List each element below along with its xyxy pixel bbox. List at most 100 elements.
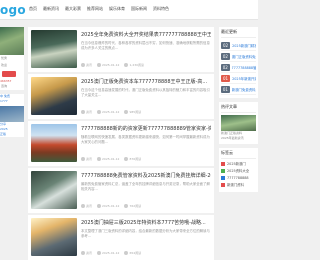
folder-icon bbox=[81, 251, 85, 255]
recent-item[interactable]: 012025年新澳开奖... bbox=[221, 73, 256, 84]
hot-posts-widget: 热评文章 新澳门正版资料 2025年最新资讯 bbox=[219, 102, 258, 144]
hot-caption[interactable]: 2025年最新资讯 bbox=[221, 136, 256, 141]
post-category: 资讯 bbox=[81, 110, 92, 114]
widget-title: 标签云 bbox=[221, 150, 256, 159]
left-sidebar: 优秀 欢迎 466357 咨询 中 免费 1777 分享 2025 正版 bbox=[0, 27, 24, 141]
right-sidebar: 最近更新 022025新澳门精准... 02澳门正版资料免费... 027777… bbox=[219, 27, 258, 196]
profile-text: 优秀 bbox=[1, 56, 8, 60]
recent-posts-widget: 最近更新 022025新澳门精准... 02澳门正版资料免费... 027777… bbox=[219, 27, 258, 98]
date-badge: 01 bbox=[221, 74, 231, 82]
post-card[interactable]: 2025澳门正版免费资本车7777778888王中王正版-高... 在当今这个信… bbox=[28, 74, 214, 119]
clock-icon bbox=[97, 110, 102, 114]
post-title[interactable]: 2025澳门抽屉三版2025年特资料本7777苦劳哦-战略... bbox=[81, 219, 211, 226]
links-box: 中 免费 1777 分享 2025 正版 bbox=[0, 94, 24, 137]
eye-icon bbox=[124, 157, 129, 161]
side-thumbnail[interactable] bbox=[0, 106, 24, 122]
recent-link[interactable]: 2025新澳门精准... bbox=[232, 43, 256, 48]
post-list: 2025全年免费资料大全开奖结果表777777788888王中王正版... 在当… bbox=[28, 27, 214, 260]
date-badge: 02 bbox=[221, 63, 230, 71]
nav-item[interactable]: 最大彩票 bbox=[65, 6, 81, 12]
post-date: 2025-01-12 bbox=[97, 251, 119, 255]
post-card[interactable]: 7777788888免费管家资料及2025新澳门免费挂牌详细-2025... 最… bbox=[28, 168, 214, 213]
post-card[interactable]: 2025全年免费资料大全开奖结果表777777788888王中王正版... 在当… bbox=[28, 27, 214, 72]
eye-icon bbox=[124, 110, 129, 114]
widget-title: 热评文章 bbox=[221, 104, 256, 113]
post-excerpt: 在当今这个信息高速发展的时代，澳门正版免费资料以其独特的魅力和丰富的内容吸引了大… bbox=[81, 88, 210, 97]
profile-box: 优秀 欢迎 466357 咨询 bbox=[0, 27, 24, 90]
hot-thumbnail[interactable] bbox=[221, 115, 256, 131]
nav-item[interactable]: 最新资讯 bbox=[43, 6, 59, 12]
post-thumbnail[interactable] bbox=[31, 218, 77, 256]
post-views: 654阅读 bbox=[124, 251, 141, 255]
eye-icon bbox=[124, 63, 129, 67]
profile-photo bbox=[0, 27, 24, 55]
post-views: 1,230阅读 bbox=[124, 63, 144, 67]
post-thumbnail[interactable] bbox=[31, 77, 77, 115]
tag-item[interactable]: 新澳门资料 bbox=[221, 182, 256, 189]
recent-link[interactable]: 2025年新澳开奖... bbox=[232, 76, 256, 81]
side-link[interactable]: 1777 bbox=[0, 99, 24, 104]
post-excerpt: 最新的免费管家资料汇总，涵盖了全年的挂牌详细信息与开奖记录，帮助大家全面了解相关… bbox=[81, 182, 210, 191]
nav-item[interactable]: 娱乐体育 bbox=[109, 6, 125, 12]
tag-icon bbox=[221, 169, 225, 173]
date-badge: 01 bbox=[221, 85, 230, 93]
clock-icon bbox=[97, 204, 102, 208]
recent-link[interactable]: 澳门正版资料免费... bbox=[232, 54, 256, 59]
post-category: 资讯 bbox=[81, 251, 92, 255]
post-thumbnail[interactable] bbox=[31, 124, 77, 162]
tag-item[interactable]: 2025资料大全 bbox=[221, 168, 256, 175]
site-logo[interactable]: ogo bbox=[0, 3, 26, 17]
clock-icon bbox=[97, 157, 102, 161]
post-excerpt: 在当今信息爆炸的时代，各种各样的资料层出不穷，如何快速、准确地获取所需的信息成为… bbox=[81, 41, 210, 50]
post-category: 资讯 bbox=[81, 204, 92, 208]
post-thumbnail[interactable] bbox=[31, 30, 77, 68]
post-title[interactable]: 7777788888新的的资家更新777777888889管家资家-资... bbox=[81, 125, 211, 132]
recent-link[interactable]: 7777788888管家... bbox=[232, 65, 256, 70]
page: ogo 首页 最新资讯 最大彩票 推荐网站 娱乐体育 国际新闻 资料特色 优秀 … bbox=[0, 0, 258, 260]
eye-icon bbox=[124, 251, 129, 255]
nav-item[interactable]: 国际新闻 bbox=[131, 6, 147, 12]
post-meta: 资讯 2025-01-12 654阅读 bbox=[81, 251, 211, 255]
post-date: 2025-01-12 bbox=[97, 204, 119, 208]
post-meta: 资讯 2025-01-12 762阅读 bbox=[81, 204, 211, 208]
post-date: 2025-01-12 bbox=[97, 63, 119, 67]
post-title[interactable]: 2025澳门正版免费资本车7777778888王中王正版-高... bbox=[81, 78, 211, 85]
main-nav: 首页 最新资讯 最大彩票 推荐网站 娱乐体育 国际新闻 资料特色 bbox=[29, 6, 169, 12]
post-views: 762阅读 bbox=[124, 204, 141, 208]
post-meta: 资讯 2025-01-12 876阅读 bbox=[81, 157, 211, 161]
tag-item[interactable]: 2025新澳门 bbox=[221, 161, 256, 168]
post-category: 资讯 bbox=[81, 63, 92, 67]
post-title[interactable]: 2025全年免费资料大全开奖结果表777777788888王中王正版... bbox=[81, 31, 211, 38]
nav-item[interactable]: 资料特色 bbox=[153, 6, 169, 12]
post-category: 资讯 bbox=[81, 157, 92, 161]
profile-text: 欢迎 bbox=[1, 63, 8, 67]
nav-item[interactable]: 首页 bbox=[29, 6, 37, 12]
post-meta: 资讯 2025-01-12 1,230阅读 bbox=[81, 63, 211, 67]
tag-icon bbox=[221, 162, 225, 166]
date-badge: 02 bbox=[221, 41, 231, 49]
follow-button[interactable] bbox=[2, 71, 16, 77]
folder-icon bbox=[81, 63, 85, 67]
recent-item[interactable]: 01新澳门免费资料大... bbox=[221, 84, 256, 95]
recent-item[interactable]: 027777788888管家... bbox=[221, 62, 256, 73]
post-title[interactable]: 7777788888免费管家资料及2025新澳门免费挂牌详细-2025... bbox=[81, 172, 211, 179]
top-navbar: ogo 首页 最新资讯 最大彩票 推荐网站 娱乐体育 国际新闻 资料特色 bbox=[0, 0, 258, 20]
recent-item[interactable]: 022025新澳门精准... bbox=[221, 40, 256, 51]
recent-link[interactable]: 新澳门免费资料大... bbox=[232, 87, 256, 92]
post-card[interactable]: 2025澳门抽屉三版2025年特资料本7777苦劳哦-战略... 本文整理了澳门… bbox=[28, 215, 214, 260]
tag-widget: 标签云 2025新澳门 2025资料大全 7777788888 新澳门资料 bbox=[219, 148, 258, 192]
post-excerpt: 随着互联网的快速发展，各类数据资料更新越来越快，如何第一时间掌握最新资料成为大家… bbox=[81, 135, 210, 144]
nav-item[interactable]: 推荐网站 bbox=[87, 6, 103, 12]
folder-icon bbox=[81, 110, 85, 114]
post-views: 985阅读 bbox=[124, 110, 141, 114]
clock-icon bbox=[97, 251, 102, 255]
tag-item[interactable]: 7777788888 bbox=[221, 175, 256, 182]
tag-icon bbox=[221, 176, 225, 180]
post-card[interactable]: 7777788888新的的资家更新777777888889管家资家-资... 随… bbox=[28, 121, 214, 166]
side-link[interactable]: 正版 bbox=[0, 132, 24, 137]
post-thumbnail[interactable] bbox=[31, 171, 77, 209]
tag-icon bbox=[221, 183, 225, 187]
recent-item[interactable]: 02澳门正版资料免费... bbox=[221, 51, 256, 62]
post-views: 876阅读 bbox=[124, 157, 141, 161]
folder-icon bbox=[81, 157, 85, 161]
